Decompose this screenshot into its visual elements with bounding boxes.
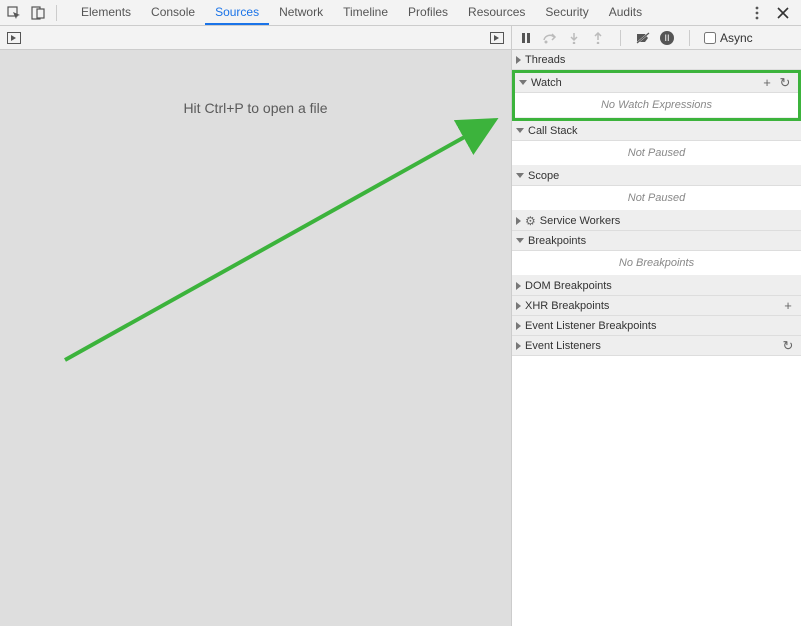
expand-icon: [516, 302, 521, 310]
tab-timeline[interactable]: Timeline: [333, 0, 398, 25]
tab-resources[interactable]: Resources: [458, 0, 535, 25]
tab-security[interactable]: Security: [535, 0, 598, 25]
panel-label: Watch: [531, 77, 756, 89]
editor-toolbar: [0, 26, 511, 50]
panel-event-listeners[interactable]: Event Listeners ↻: [512, 336, 801, 356]
editor-pane: Hit Ctrl+P to open a file: [0, 26, 511, 626]
panel-event-listener-breakpoints[interactable]: Event Listener Breakpoints: [512, 316, 801, 336]
collapse-icon: [516, 128, 524, 133]
refresh-event-listeners-icon[interactable]: ↻: [781, 339, 795, 352]
panel-label: XHR Breakpoints: [525, 300, 777, 312]
panel-threads[interactable]: Threads: [512, 50, 801, 70]
tab-label: Profiles: [408, 5, 448, 19]
debugger-sidebar: II Async Threads Watch + ↻ No Watch Expr…: [511, 26, 801, 626]
panel-label: Event Listener Breakpoints: [525, 320, 795, 332]
panel-dom-breakpoints[interactable]: DOM Breakpoints: [512, 276, 801, 296]
tab-console[interactable]: Console: [141, 0, 205, 25]
watch-highlight: Watch + ↻ No Watch Expressions: [512, 70, 801, 121]
panel-tabs: Elements Console Sources Network Timelin…: [71, 0, 652, 25]
collapse-icon: [516, 173, 524, 178]
pause-script-icon[interactable]: [518, 30, 534, 46]
debugger-toggle-icon[interactable]: [489, 30, 505, 46]
panel-callstack[interactable]: Call Stack: [512, 121, 801, 141]
tab-label: Network: [279, 5, 323, 19]
expand-icon: [516, 282, 521, 290]
async-label: Async: [720, 31, 753, 45]
step-out-icon[interactable]: [590, 30, 606, 46]
expand-icon: [516, 322, 521, 330]
tab-label: Audits: [609, 5, 642, 19]
refresh-watch-icon[interactable]: ↻: [778, 76, 792, 89]
tab-label: Elements: [81, 5, 131, 19]
tab-label: Timeline: [343, 5, 388, 19]
breakpoints-empty-state: No Breakpoints: [512, 251, 801, 276]
pause-on-exceptions-icon[interactable]: II: [659, 30, 675, 46]
devtools-tabbar: Elements Console Sources Network Timelin…: [0, 0, 801, 26]
expand-icon: [516, 342, 521, 350]
tab-label: Sources: [215, 5, 259, 19]
panel-label: Scope: [528, 170, 795, 182]
watch-empty-state: No Watch Expressions: [515, 93, 798, 118]
separator: [689, 30, 690, 46]
callstack-empty-state: Not Paused: [512, 141, 801, 166]
panel-label: Threads: [525, 54, 795, 66]
debugger-toolbar: II Async: [512, 26, 801, 50]
deactivate-breakpoints-icon[interactable]: [635, 30, 651, 46]
tab-network[interactable]: Network: [269, 0, 333, 25]
collapse-icon: [519, 80, 527, 85]
panel-service-workers[interactable]: ⚙ Service Workers: [512, 211, 801, 231]
open-file-hint: Hit Ctrl+P to open a file: [183, 100, 327, 116]
async-checkbox[interactable]: Async: [704, 31, 753, 45]
navigator-toggle-icon[interactable]: [6, 30, 22, 46]
panel-watch[interactable]: Watch + ↻: [515, 73, 798, 93]
inspect-element-icon[interactable]: [6, 5, 22, 21]
tab-label: Console: [151, 5, 195, 19]
expand-icon: [516, 56, 521, 64]
add-xhr-breakpoint-icon[interactable]: +: [781, 299, 795, 312]
main-split: Hit Ctrl+P to open a file II: [0, 26, 801, 626]
more-menu-icon[interactable]: [749, 5, 765, 21]
step-into-icon[interactable]: [566, 30, 582, 46]
panel-label: DOM Breakpoints: [525, 280, 795, 292]
separator: [56, 5, 57, 21]
panel-label: Event Listeners: [525, 340, 777, 352]
separator: [620, 30, 621, 46]
editor-body: Hit Ctrl+P to open a file: [0, 50, 511, 626]
tab-elements[interactable]: Elements: [71, 0, 141, 25]
expand-icon: [516, 217, 521, 225]
collapse-icon: [516, 238, 524, 243]
panel-label: Call Stack: [528, 125, 795, 137]
panel-label: Breakpoints: [528, 235, 795, 247]
async-checkbox-input[interactable]: [704, 32, 716, 44]
panel-breakpoints[interactable]: Breakpoints: [512, 231, 801, 251]
tab-audits[interactable]: Audits: [599, 0, 652, 25]
tab-label: Resources: [468, 5, 525, 19]
panel-scope[interactable]: Scope: [512, 166, 801, 186]
close-icon[interactable]: [775, 5, 791, 21]
add-watch-icon[interactable]: +: [760, 76, 774, 89]
tab-profiles[interactable]: Profiles: [398, 0, 458, 25]
tab-sources[interactable]: Sources: [205, 0, 269, 25]
scope-empty-state: Not Paused: [512, 186, 801, 211]
device-mode-icon[interactable]: [30, 5, 46, 21]
tab-label: Security: [545, 5, 588, 19]
panel-label: Service Workers: [540, 215, 795, 227]
step-over-icon[interactable]: [542, 30, 558, 46]
panel-xhr-breakpoints[interactable]: XHR Breakpoints +: [512, 296, 801, 316]
gear-icon: ⚙: [525, 214, 536, 228]
